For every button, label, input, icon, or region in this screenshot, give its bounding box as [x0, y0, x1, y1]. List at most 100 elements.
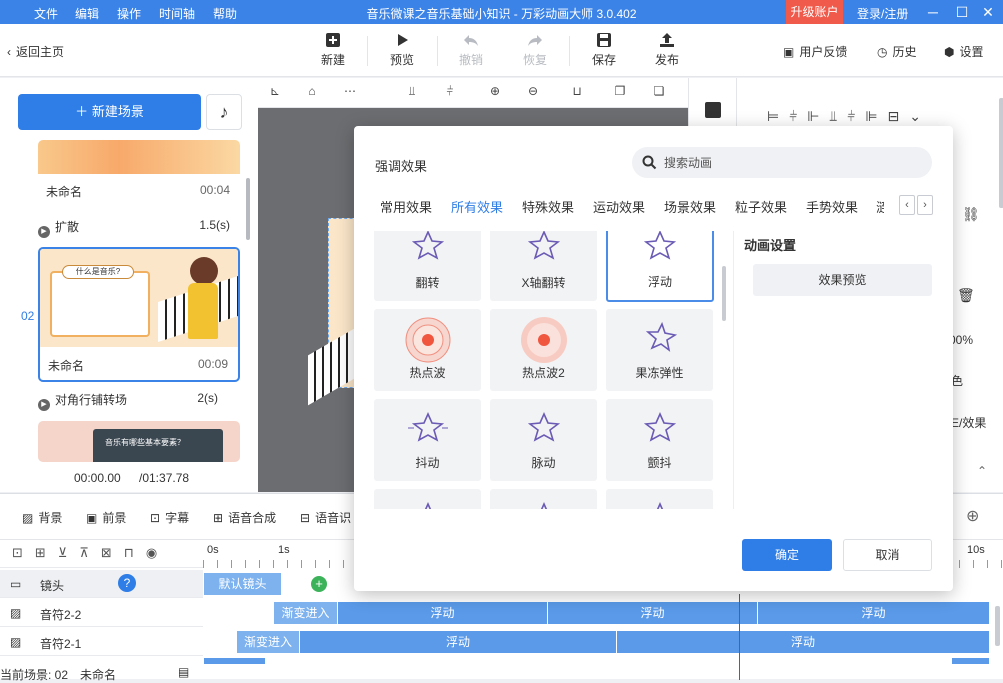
- effect-shake[interactable]: 抖动: [374, 399, 481, 481]
- tabs-prev-button[interactable]: ‹: [899, 195, 915, 215]
- notes-icon[interactable]: ▤: [178, 665, 189, 679]
- clip-float[interactable]: 浮动: [548, 602, 758, 624]
- clip-partial[interactable]: [952, 658, 990, 664]
- scene-card-1[interactable]: 未命名 00:04: [38, 140, 240, 204]
- effect-label[interactable]: E/效果: [951, 414, 986, 431]
- effect-flip[interactable]: 翻转: [374, 231, 481, 301]
- star-icon: [540, 502, 547, 509]
- add-camera-icon[interactable]: +: [311, 576, 327, 592]
- clip-fade-in[interactable]: 渐变进入: [274, 602, 338, 624]
- trash-icon[interactable]: 🗑: [957, 287, 975, 304]
- camera-clip[interactable]: 默认镜头: [204, 573, 282, 595]
- maximize-icon[interactable]: ☐: [953, 3, 971, 21]
- effect-hotspot-wave[interactable]: 热点波: [374, 309, 481, 391]
- home-icon[interactable]: ⌂: [303, 84, 321, 102]
- effect-pulse[interactable]: 脉动: [490, 399, 597, 481]
- link-icon[interactable]: ⛓: [962, 206, 980, 223]
- minimize-icon[interactable]: ─: [924, 3, 942, 21]
- search-box[interactable]: [632, 147, 932, 178]
- zoom-out-icon[interactable]: ⊖: [524, 84, 542, 102]
- effect-float[interactable]: 浮动: [606, 231, 714, 302]
- clip-float[interactable]: 浮动: [617, 631, 990, 653]
- clip-float[interactable]: 浮动: [758, 602, 990, 624]
- track-note-2-1[interactable]: ▨ 音符2-1: [0, 628, 203, 656]
- scene-list-scrollbar[interactable]: [246, 178, 250, 240]
- tab-caption[interactable]: ⊡ 字幕: [150, 509, 189, 526]
- new-scene-button[interactable]: ＋ 新建场景: [18, 94, 201, 130]
- effect-more-3[interactable]: [606, 489, 713, 509]
- more-icon[interactable]: ⋯: [341, 84, 359, 102]
- playhead[interactable]: [739, 594, 740, 680]
- tab-background[interactable]: ▨ 背景: [22, 509, 62, 526]
- transition-row-1[interactable]: ▶ 扩散 1.5(s): [38, 218, 240, 238]
- back-home-button[interactable]: ‹ 返回主页: [7, 43, 64, 60]
- scene-card-2[interactable]: 什么是音乐? 未命名 00:09: [38, 247, 240, 382]
- effect-preview-button[interactable]: 效果预览: [753, 264, 932, 296]
- tab-special[interactable]: 特殊效果: [522, 197, 574, 216]
- help-icon[interactable]: ?: [118, 574, 136, 592]
- tabs-next-button[interactable]: ›: [917, 195, 933, 215]
- ruler-icon[interactable]: ⊾: [266, 84, 284, 102]
- align-tools[interactable]: ⊨⫩⊩⫫⫩⊫⊟⌄: [767, 108, 931, 125]
- tab-motion[interactable]: 运动效果: [593, 197, 645, 216]
- history-button[interactable]: ◷ 历史: [877, 43, 917, 60]
- effects-grid: 翻转 X轴翻转 浮动 热点波 热点波2 果冻弹性 抖动 脉动 颤抖: [374, 231, 730, 509]
- add-track-icon[interactable]: ⊕: [966, 506, 979, 526]
- track-camera[interactable]: ▭ 镜头 ?: [0, 570, 203, 598]
- unlock-icon[interactable]: ⊔: [568, 84, 586, 102]
- effect-jelly[interactable]: 果冻弹性: [606, 309, 713, 391]
- effect-more-2[interactable]: [490, 489, 597, 509]
- foreground-icon: ▣: [86, 510, 98, 525]
- undo-button[interactable]: 撤销: [446, 32, 496, 68]
- tab-voice-synthesis[interactable]: ⊞ 语音合成: [213, 509, 276, 526]
- new-button[interactable]: 新建: [308, 32, 358, 68]
- clip-float[interactable]: 浮动: [300, 631, 617, 653]
- tab-voice-recognition[interactable]: ⊟ 语音识: [300, 509, 351, 526]
- clip-fade-in[interactable]: 渐变进入: [237, 631, 300, 653]
- close-icon[interactable]: ✕: [979, 3, 997, 21]
- cancel-button[interactable]: 取消: [843, 539, 932, 571]
- track-note-2-2[interactable]: ▨ 音符2-2: [0, 599, 203, 627]
- redo-button[interactable]: 恢复: [510, 32, 560, 68]
- align-center-icon[interactable]: ⫩: [441, 84, 459, 102]
- search-input[interactable]: [664, 147, 924, 178]
- save-icon: [597, 33, 611, 47]
- transition-name: 对角行铺转场: [55, 393, 128, 407]
- settings-button[interactable]: ⬢ 设置: [944, 43, 984, 60]
- clip-float[interactable]: 浮动: [338, 602, 548, 624]
- star-float-icon: [643, 231, 677, 260]
- zoom-in-icon[interactable]: ⊕: [486, 84, 504, 102]
- music-note-button[interactable]: ♪: [206, 94, 242, 130]
- effects-scrollbar[interactable]: [722, 266, 726, 321]
- tab-scene[interactable]: 场景效果: [664, 197, 716, 216]
- save-button[interactable]: 保存: [579, 32, 629, 68]
- tab-gesture[interactable]: 手势效果: [806, 197, 858, 216]
- preview-button[interactable]: 预览: [377, 32, 427, 68]
- effect-x-flip[interactable]: X轴翻转: [490, 231, 597, 301]
- transition-row-2[interactable]: ▶ 对角行铺转场 2(s): [38, 391, 240, 411]
- publish-button[interactable]: 发布: [642, 32, 692, 68]
- music-note-icon: ♪: [219, 102, 229, 122]
- image-icon[interactable]: [705, 102, 721, 118]
- upgrade-button[interactable]: 升级账户: [786, 0, 843, 24]
- login-link[interactable]: 登录/注册: [857, 5, 908, 22]
- clip-partial[interactable]: [204, 658, 266, 664]
- timeline-tools[interactable]: ⊡⊞⊻⊼⊠⊓◉: [0, 540, 203, 568]
- confirm-button[interactable]: 确定: [742, 539, 832, 571]
- feedback-button[interactable]: ▣ 用户反馈: [783, 43, 847, 60]
- tab-common[interactable]: 常用效果: [380, 197, 432, 216]
- effect-tremble[interactable]: 颤抖: [606, 399, 713, 481]
- tab-more[interactable]: 涟: [876, 197, 884, 216]
- align-bottom-icon[interactable]: ⫫: [403, 84, 421, 102]
- tab-foreground[interactable]: ▣ 前景: [86, 509, 126, 526]
- effect-more-1[interactable]: [374, 489, 481, 509]
- effect-hotspot-wave-2[interactable]: 热点波2: [490, 309, 597, 391]
- paste-icon[interactable]: ❏: [650, 84, 668, 102]
- copy-icon[interactable]: ❐: [611, 84, 629, 102]
- chevron-up-icon[interactable]: ⌃: [977, 464, 987, 478]
- tab-all[interactable]: 所有效果: [451, 197, 503, 216]
- scene-card-3[interactable]: 音乐有哪些基本要素？: [38, 421, 240, 462]
- panel-scrollbar[interactable]: [999, 98, 1003, 208]
- timeline-scrollbar[interactable]: [995, 606, 1000, 646]
- tab-particle[interactable]: 粒子效果: [735, 197, 787, 216]
